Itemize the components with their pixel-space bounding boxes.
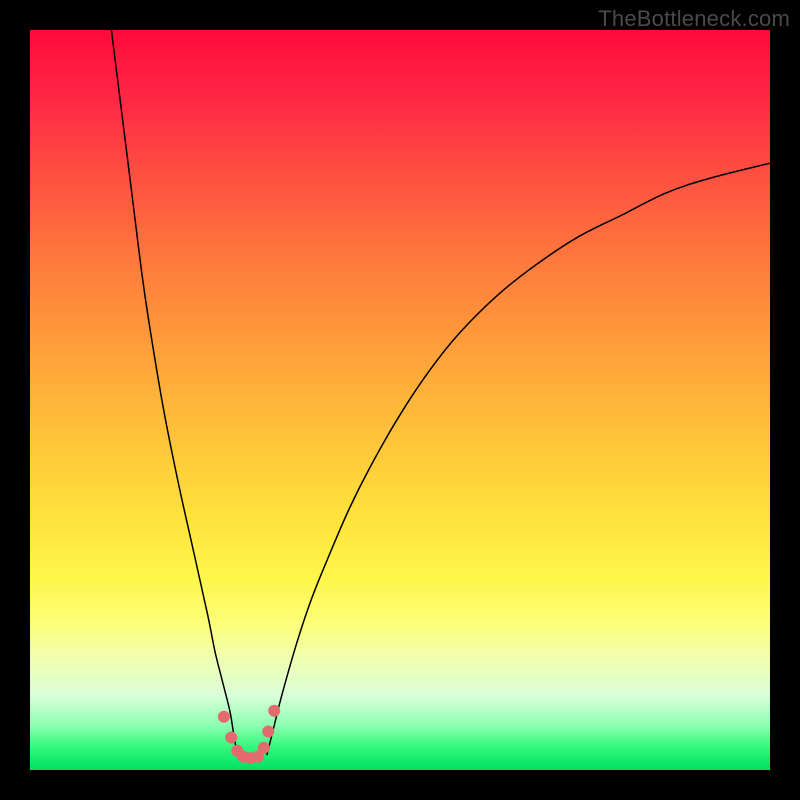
marker-point [268,705,280,717]
plot-area [30,30,770,770]
marker-point [258,742,270,754]
bottleneck-curve [30,30,770,770]
watermark-label: TheBottleneck.com [598,6,790,32]
curve-left-branch [111,30,237,755]
marker-point [262,726,274,738]
marker-point [225,731,237,743]
chart-frame: TheBottleneck.com [0,0,800,800]
marker-point [218,711,230,723]
curve-right-branch [267,163,770,755]
